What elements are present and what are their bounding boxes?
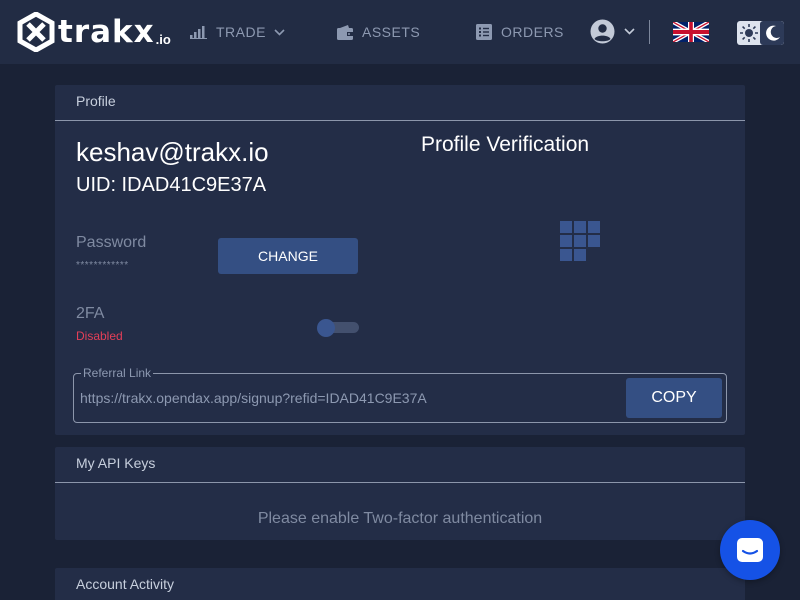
sun-icon [740,24,758,42]
user-email: keshav@trakx.io [76,137,269,167]
referral-link-field: Referral Link COPY [73,366,727,423]
password-label: Password [76,234,147,251]
user-uid: UID: IDAD41C9E37A [76,174,267,196]
chat-button[interactable] [720,520,780,580]
twofa-toggle-thumb [317,319,335,337]
nav-orders-label: ORDERS [501,24,564,40]
profile-card-title: Profile [55,85,745,121]
api-keys-card-title: My API Keys [55,447,745,483]
twofa-label: 2FA [76,305,105,322]
copy-referral-button[interactable]: COPY [626,378,722,418]
logo-suffix: .io [155,31,171,47]
uk-flag-icon[interactable] [673,22,709,42]
change-password-button[interactable]: CHANGE [218,238,358,274]
theme-toggle[interactable] [737,21,784,45]
chat-icon [737,538,763,562]
api-keys-message: Please enable Two-factor authentication [257,510,543,527]
user-circle-icon [590,19,615,44]
bar-chart-icon [190,25,207,39]
top-navbar: trakx .io TRADE ASSETS ORDERS [0,0,800,64]
list-icon [476,24,492,40]
nav-orders[interactable]: ORDERS [476,22,564,42]
profile-card: Profile keshav@trakx.io UID: IDAD41C9E37… [55,85,745,435]
nav-trade-label: TRADE [216,24,266,40]
password-mask: ************ [76,260,129,271]
header-divider [649,20,650,44]
moon-icon [766,25,780,41]
referral-link-label: Referral Link [81,366,154,380]
referral-link-input[interactable] [80,390,620,406]
twofa-toggle[interactable] [317,319,359,337]
nav-assets-label: ASSETS [362,24,421,40]
api-keys-card: My API Keys Please enable Two-factor aut… [55,447,745,540]
trakx-logo[interactable]: trakx .io [16,12,171,52]
twofa-status: Disabled [76,329,123,343]
account-activity-card-title: Account Activity [76,576,175,592]
profile-verification-title: Profile Verification [421,133,590,156]
account-activity-card: Account Activity [55,568,745,600]
chevron-down-icon [624,28,635,35]
qr-code-icon [560,221,600,261]
nav-trade[interactable]: TRADE [190,22,294,42]
nav-assets[interactable]: ASSETS [337,22,420,42]
user-menu[interactable] [590,19,635,44]
chevron-down-icon [274,28,285,36]
wallet-icon [337,24,353,40]
logo-mark-icon [17,12,55,52]
logo-text: trakx [58,14,155,50]
